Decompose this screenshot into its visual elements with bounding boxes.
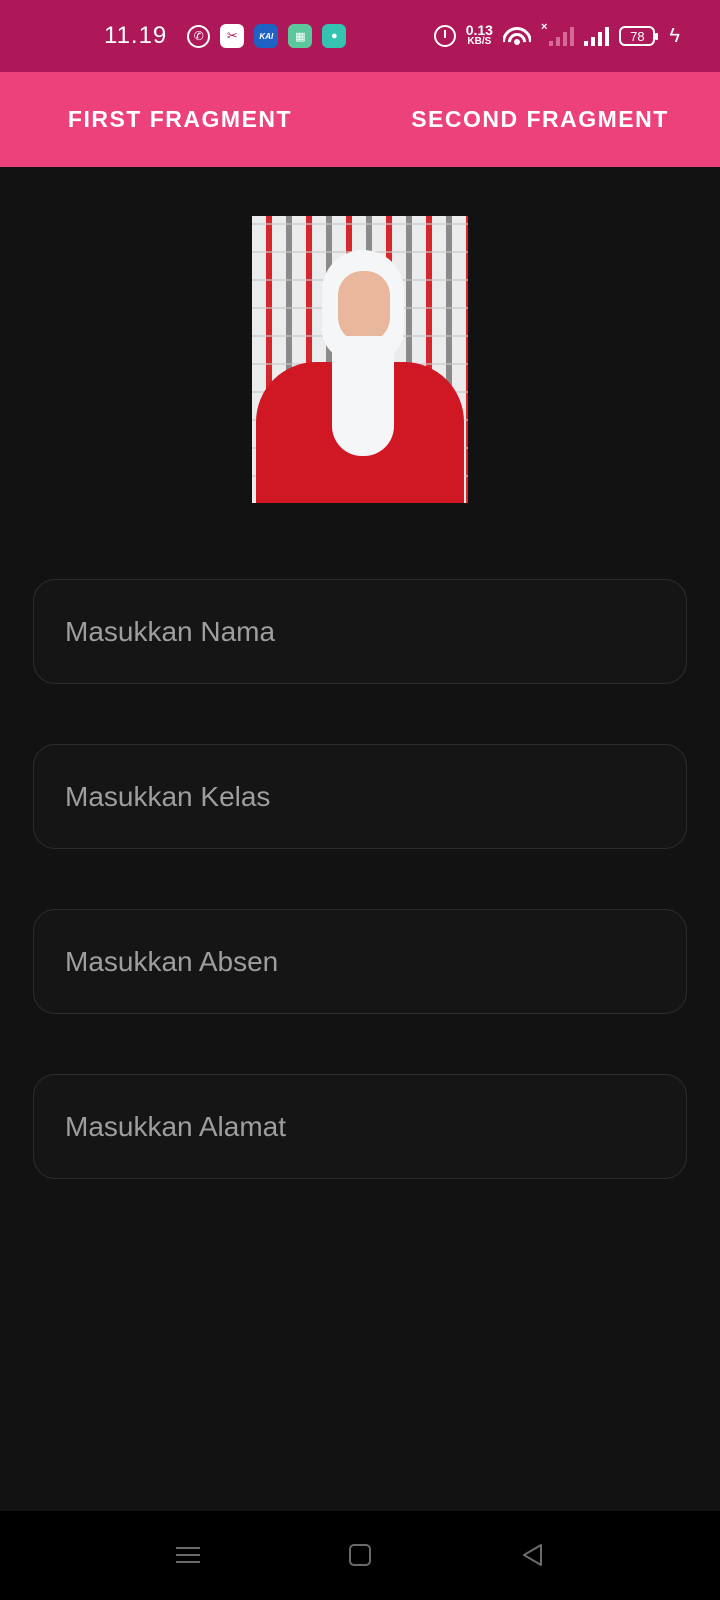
chat-app-icon: ● <box>322 24 347 48</box>
navigation-bar <box>0 1511 720 1600</box>
back-icon[interactable] <box>512 1535 552 1575</box>
profile-photo <box>252 216 468 503</box>
capcut-icon: ✂ <box>220 24 245 48</box>
kelas-input[interactable]: Masukkan Kelas <box>33 744 687 849</box>
sim2-signal-icon <box>584 26 610 46</box>
no-signal-mark-icon: × <box>540 20 548 33</box>
kelas-placeholder: Masukkan Kelas <box>65 780 271 812</box>
network-speed-unit: KB/S <box>467 36 492 47</box>
fragment-content: Masukkan Nama Masukkan Kelas Masukkan Ab… <box>0 167 720 1511</box>
tab-first-fragment[interactable]: FIRST FRAGMENT <box>0 72 360 167</box>
notification-icons: ✆ ✂ KAI ▦ ● <box>187 24 347 48</box>
menu-icon[interactable] <box>168 1535 208 1575</box>
nama-placeholder: Masukkan Nama <box>65 615 276 647</box>
calendar-app-icon: ▦ <box>288 24 313 48</box>
status-bar: 11.19 ✆ ✂ KAI ▦ ● 0.13 KB/S × 78 ϟ <box>0 0 720 72</box>
kai-access-icon: KAI <box>254 24 279 48</box>
sim1-signal-icon <box>549 26 575 46</box>
nama-input[interactable]: Masukkan Nama <box>33 579 687 684</box>
network-speed-value: 0.13 <box>465 22 493 38</box>
battery-level: 78 <box>630 28 645 44</box>
wifi-icon <box>502 25 531 47</box>
tab-bar: FIRST FRAGMENT SECOND FRAGMENT <box>0 72 720 167</box>
network-speed: 0.13 KB/S <box>465 22 493 47</box>
absen-input[interactable]: Masukkan Absen <box>33 909 687 1014</box>
alarm-icon <box>433 25 456 47</box>
home-icon <box>349 1544 371 1566</box>
system-status-icons: 0.13 KB/S × 78 ϟ <box>433 21 680 48</box>
tab-second-fragment[interactable]: SECOND FRAGMENT <box>360 72 720 167</box>
battery-icon: 78 <box>619 26 659 46</box>
alamat-placeholder: Masukkan Alamat <box>65 1110 286 1142</box>
charging-icon: ϟ <box>669 24 680 47</box>
absen-placeholder: Masukkan Absen <box>65 945 279 977</box>
home-button[interactable] <box>340 1535 380 1575</box>
status-time: 11.19 <box>104 22 168 49</box>
alamat-input[interactable]: Masukkan Alamat <box>33 1074 687 1179</box>
whatsapp-icon: ✆ <box>187 24 211 48</box>
